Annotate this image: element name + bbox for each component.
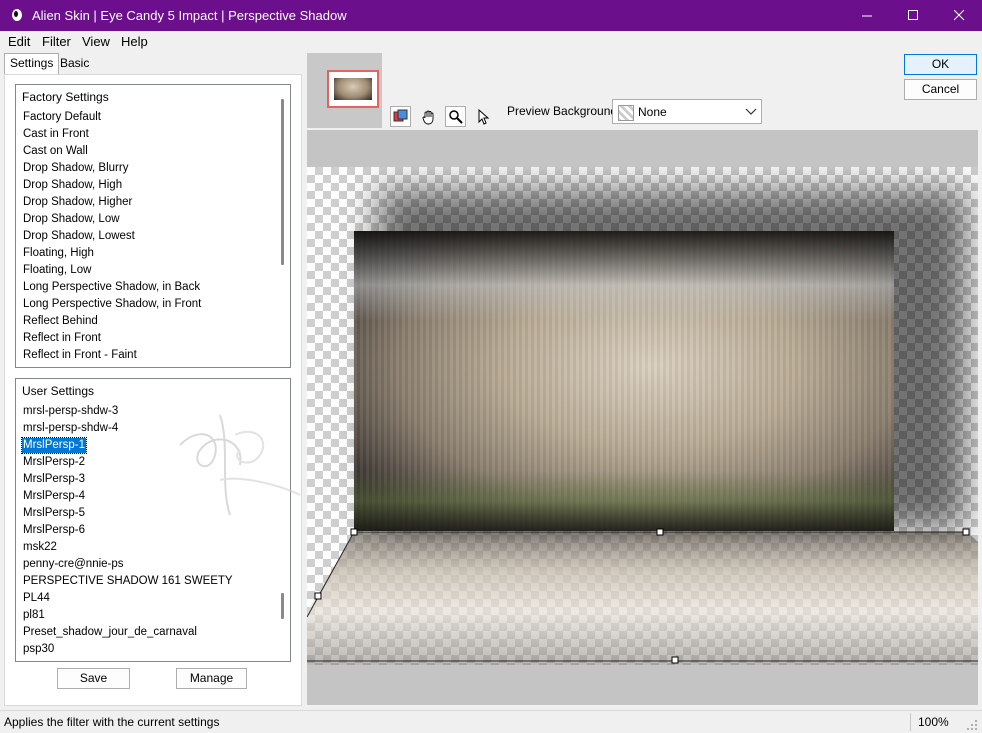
toggle-preview-button[interactable] (390, 106, 411, 127)
list-item[interactable]: Cast on Wall (22, 144, 89, 159)
navigator-thumbnail[interactable] (327, 70, 379, 108)
menu-filter[interactable]: Filter (42, 34, 71, 49)
title-bar: Alien Skin | Eye Candy 5 Impact | Perspe… (0, 0, 982, 31)
close-button[interactable] (936, 0, 982, 31)
zoom-tool-button[interactable] (445, 106, 466, 127)
zoom-level: 100% (918, 715, 949, 729)
list-item[interactable]: Preset_shadow_jour_de_carnaval (22, 625, 198, 640)
menu-help[interactable]: Help (121, 34, 148, 49)
list-item[interactable]: Reflect in Front (22, 331, 102, 346)
list-item[interactable]: Drop Shadow, Blurry (22, 161, 129, 176)
list-item[interactable]: mrsl-persp-shdw-3 (22, 404, 119, 419)
list-item-selected[interactable]: MrslPersp-1 (21, 437, 87, 454)
thumbnail-image (334, 78, 372, 100)
list-item[interactable]: Reflect in Front - Faint (22, 348, 138, 363)
signature-watermark (179, 414, 301, 516)
user-list-scrollbar[interactable] (281, 593, 284, 619)
list-item[interactable]: pl81 (22, 608, 46, 623)
shadow-control-handles[interactable] (307, 167, 978, 665)
menu-bar: Edit Filter View Help (0, 31, 982, 51)
preview-background-label: Preview Background: (507, 104, 621, 118)
ok-button[interactable]: OK (904, 54, 977, 75)
menu-edit[interactable]: Edit (8, 34, 30, 49)
preview-canvas[interactable] (307, 167, 978, 665)
list-item[interactable]: mrsl-persp-shdw-4 (22, 421, 119, 436)
status-message: Applies the filter with the current sett… (4, 715, 220, 729)
list-item[interactable]: Factory Default (22, 110, 102, 125)
minimize-button[interactable] (844, 0, 890, 31)
factory-settings-heading: Factory Settings (22, 90, 109, 104)
transparent-swatch-icon (618, 105, 634, 121)
list-item[interactable]: Drop Shadow, Low (22, 212, 121, 227)
status-bar: Applies the filter with the current sett… (0, 710, 982, 733)
tab-basic[interactable]: Basic (55, 54, 94, 74)
manage-button[interactable]: Manage (176, 668, 247, 689)
list-item[interactable]: penny-cre@nnie-ps (22, 557, 125, 572)
hand-tool-button[interactable] (418, 106, 439, 127)
preview-background-select[interactable]: None (612, 99, 762, 124)
cancel-button[interactable]: Cancel (904, 79, 977, 100)
select-tool-button[interactable] (472, 106, 493, 127)
list-item[interactable]: MrslPersp-6 (22, 523, 86, 538)
list-item[interactable]: Cast in Front (22, 127, 90, 142)
list-item[interactable]: MrslPersp-3 (22, 472, 86, 487)
user-settings-heading: User Settings (22, 384, 95, 398)
alien-skin-app-icon (12, 9, 22, 21)
tab-settings[interactable]: Settings (4, 53, 60, 75)
chevron-down-icon (745, 108, 757, 115)
factory-list-scrollbar[interactable] (281, 99, 284, 265)
list-item[interactable]: MrslPersp-4 (22, 489, 86, 504)
list-item[interactable]: Drop Shadow, High (22, 178, 123, 193)
list-item[interactable]: PL44 (22, 591, 51, 606)
list-item[interactable]: Floating, Low (22, 263, 92, 278)
preview-background-value: None (638, 105, 667, 119)
menu-view[interactable]: View (82, 34, 110, 49)
magnifier-icon (449, 110, 463, 124)
maximize-button[interactable] (890, 0, 936, 31)
list-item[interactable]: psp30 (22, 642, 55, 657)
list-item[interactable]: msk22 (22, 540, 58, 555)
preview-toggle-icon (393, 109, 408, 122)
list-item[interactable]: Floating, High (22, 246, 95, 261)
preview-margin-bottom (307, 665, 978, 705)
factory-settings-list[interactable]: Factory Settings Factory Default Cast in… (15, 84, 291, 368)
preview-margin-top (307, 130, 978, 167)
list-item[interactable]: MrslPersp-2 (22, 455, 86, 470)
window-title: Alien Skin | Eye Candy 5 Impact | Perspe… (32, 8, 347, 23)
list-item[interactable]: Long Perspective Shadow, in Front (22, 297, 202, 312)
resize-grip-icon[interactable] (966, 719, 978, 731)
list-item[interactable]: MrslPersp-5 (22, 506, 86, 521)
list-item[interactable]: Drop Shadow, Higher (22, 195, 133, 210)
hand-icon (422, 110, 433, 124)
arrow-pointer-icon (478, 108, 489, 125)
list-item[interactable]: PERSPECTIVE SHADOW 161 SWEETY (22, 574, 234, 589)
status-separator (910, 713, 911, 731)
close-icon (953, 10, 964, 21)
save-button[interactable]: Save (57, 668, 130, 689)
list-item[interactable]: Reflect Behind (22, 314, 99, 329)
list-item[interactable]: Long Perspective Shadow, in Back (22, 280, 201, 295)
list-item[interactable]: Drop Shadow, Lowest (22, 229, 136, 244)
maximize-icon (907, 10, 918, 20)
minimize-icon (861, 15, 872, 17)
